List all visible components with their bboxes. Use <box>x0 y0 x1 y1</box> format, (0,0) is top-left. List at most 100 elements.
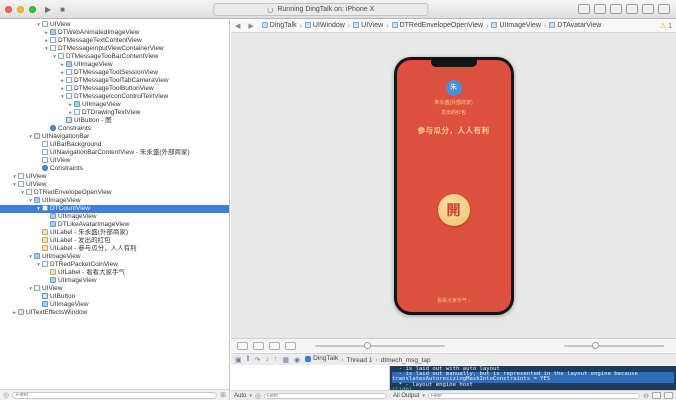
warning-badge[interactable]: ⚠ 1 <box>660 22 672 30</box>
filter-icon[interactable]: ◎ <box>3 391 9 399</box>
show-constraints-icon[interactable]: ⊞ <box>220 391 226 399</box>
navigator-filter-input[interactable] <box>12 392 217 399</box>
tree-row[interactable]: DTLikeAvatarImageView <box>0 221 229 229</box>
panel-right-toggle-icon[interactable] <box>658 4 670 14</box>
disclosure-closed-icon[interactable]: ▸ <box>43 37 50 45</box>
spacing-slider-knob[interactable] <box>364 342 371 349</box>
tree-row[interactable]: ▸DTMessageTextContentView <box>0 37 229 45</box>
disclosure-closed-icon[interactable]: ▸ <box>59 77 66 85</box>
range-slider-knob[interactable] <box>592 342 599 349</box>
breadcrumb-item[interactable]: UIWindow <box>305 22 345 29</box>
tree-row[interactable]: ▸DTMessageToolButtonView <box>0 85 229 93</box>
tree-row[interactable]: ▸DTWebAnimatedImageView <box>0 29 229 37</box>
disclosure-closed-icon[interactable]: ▸ <box>11 309 18 317</box>
console-scope-select[interactable]: All Output <box>393 393 419 399</box>
tree-row[interactable]: ▸DTMessageToolSessionView <box>0 69 229 77</box>
debug-breadcrumb-item[interactable]: dtmech_msg_tap <box>381 357 431 364</box>
disclosure-open-icon[interactable]: ▾ <box>19 189 26 197</box>
disclosure-open-icon[interactable]: ▾ <box>51 53 58 61</box>
tree-row[interactable]: ▾UIView <box>0 21 229 29</box>
tree-row[interactable]: UIView <box>0 157 229 165</box>
disclosure-open-icon[interactable]: ▾ <box>11 181 18 189</box>
tree-row[interactable]: Constraints <box>0 165 229 173</box>
disclosure-open-icon[interactable]: ▾ <box>35 21 42 29</box>
variables-pane-toggle-icon[interactable] <box>652 392 661 399</box>
trash-icon[interactable]: ⊖ <box>643 392 649 400</box>
breadcrumb-item[interactable]: DTAvatarView <box>549 22 601 29</box>
editor-standard-icon[interactable] <box>578 4 590 14</box>
tree-row[interactable]: UIImageView <box>0 277 229 285</box>
disclosure-open-icon[interactable]: ▾ <box>35 205 42 213</box>
disclosure-open-icon[interactable]: ▾ <box>35 261 42 269</box>
tree-row[interactable]: UILabel - 朱永盛(外部商家) <box>0 229 229 237</box>
disclosure-open-icon[interactable]: ▾ <box>27 253 34 261</box>
hide-debug-area-icon[interactable]: ▣ <box>235 356 242 364</box>
tree-row[interactable]: ▾DTRedPacketCoinView <box>0 261 229 269</box>
tree-row[interactable]: ▾DTMessageTooBarContentView <box>0 53 229 61</box>
tree-row[interactable]: UINavigationBarContentView - 朱永盛(外部商家) <box>0 149 229 157</box>
tree-row[interactable]: ▾UIView <box>0 173 229 181</box>
close-window-button[interactable] <box>5 6 12 13</box>
show-constraints-toggle-icon[interactable] <box>269 342 280 350</box>
filter-icon[interactable]: ◎ <box>255 392 261 400</box>
tree-row[interactable]: ▸UITextEffectsWindow <box>0 309 229 317</box>
debug-memory-graph-icon[interactable]: ◉ <box>294 356 300 364</box>
open-coin-button[interactable]: 開 <box>438 194 470 226</box>
console-output[interactable]: - is laid out with auto layout - is laid… <box>390 366 676 390</box>
zoom-window-button[interactable] <box>29 6 36 13</box>
panel-bottom-toggle-icon[interactable] <box>642 4 654 14</box>
check-luck-link[interactable]: 看看大家手气 › <box>397 297 511 304</box>
disclosure-open-icon[interactable]: ▾ <box>27 197 34 205</box>
tree-row[interactable]: ▾UIImageView <box>0 197 229 205</box>
disclosure-closed-icon[interactable]: ▸ <box>67 101 74 109</box>
step-out-icon[interactable]: ↑ <box>274 356 278 363</box>
console-filter-input[interactable] <box>428 393 640 399</box>
tree-row[interactable]: UIButton - 图 <box>0 117 229 125</box>
tree-row[interactable]: ▾DTMessageIconControlTextView <box>0 93 229 101</box>
minimize-window-button[interactable] <box>17 6 24 13</box>
editor-assistant-icon[interactable] <box>594 4 606 14</box>
tree-row[interactable]: UILabel - 发出的红包 <box>0 237 229 245</box>
disclosure-closed-icon[interactable]: ▸ <box>59 61 66 69</box>
variables-view[interactable] <box>231 366 390 390</box>
run-button[interactable]: ▶ <box>45 0 51 19</box>
tree-row[interactable]: ▾UIView <box>0 181 229 189</box>
tree-row[interactable]: UIImageView <box>0 213 229 221</box>
breadcrumb-item[interactable]: DingTalk <box>262 22 297 29</box>
editor-version-icon[interactable] <box>610 4 622 14</box>
tree-row[interactable]: ▸UIImageView <box>0 101 229 109</box>
back-forward-buttons[interactable]: ◀ ▶ <box>235 22 257 30</box>
tree-row[interactable]: ▾UIImageView <box>0 253 229 261</box>
view-debugger-canvas[interactable]: 朱 朱永盛(外部商家) 发出的红包 参与瓜分，人人有利 開 看看大家手气 › <box>231 33 676 338</box>
disclosure-open-icon[interactable]: ▾ <box>43 45 50 53</box>
visible-range-slider[interactable] <box>564 345 664 347</box>
disclosure-closed-icon[interactable]: ▸ <box>67 109 74 117</box>
tree-row[interactable]: ▸UIImageView <box>0 61 229 69</box>
iphone-x-device[interactable]: 朱 朱永盛(外部商家) 发出的红包 参与瓜分，人人有利 開 看看大家手气 › <box>394 57 514 315</box>
tree-row[interactable]: UIImageView <box>0 301 229 309</box>
pause-execution-icon[interactable]: ‖ <box>247 356 250 363</box>
debug-view-hierarchy-icon[interactable]: ▦ <box>282 356 289 364</box>
disclosure-open-icon[interactable]: ▾ <box>27 133 34 141</box>
panel-left-toggle-icon[interactable] <box>626 4 638 14</box>
tree-row[interactable]: ▸DTDrawingTextView <box>0 109 229 117</box>
disclosure-closed-icon[interactable]: ▸ <box>59 85 66 93</box>
tree-row[interactable]: ▾DTRedEnvelopeOpenView <box>0 189 229 197</box>
view-spacing-slider[interactable] <box>315 345 445 347</box>
stop-button[interactable]: ■ <box>60 0 65 19</box>
tree-row[interactable]: ▾DTMessageInputViewContainerView <box>0 45 229 53</box>
variables-scope-select[interactable]: Auto <box>234 393 246 399</box>
disclosure-open-icon[interactable]: ▾ <box>11 173 18 181</box>
tree-row[interactable]: UIBarBackground <box>0 141 229 149</box>
tree-row[interactable]: ▾UINavigationBar <box>0 133 229 141</box>
tree-row[interactable]: ▾DTCountView <box>0 205 229 213</box>
debug-breadcrumb-item[interactable]: DingTalk <box>305 355 338 362</box>
app-screen[interactable]: 朱 朱永盛(外部商家) 发出的红包 参与瓜分，人人有利 開 看看大家手气 › <box>397 60 511 312</box>
show-clipped-content-icon[interactable] <box>253 342 264 350</box>
debug-breadcrumb-item[interactable]: Thread 1 <box>346 357 372 364</box>
console-pane-toggle-icon[interactable] <box>664 392 673 399</box>
disclosure-closed-icon[interactable]: ▸ <box>59 69 66 77</box>
tree-row[interactable]: UIButton <box>0 293 229 301</box>
breadcrumb-item[interactable]: UIView <box>353 22 383 29</box>
view-mode-icon[interactable] <box>237 342 248 350</box>
